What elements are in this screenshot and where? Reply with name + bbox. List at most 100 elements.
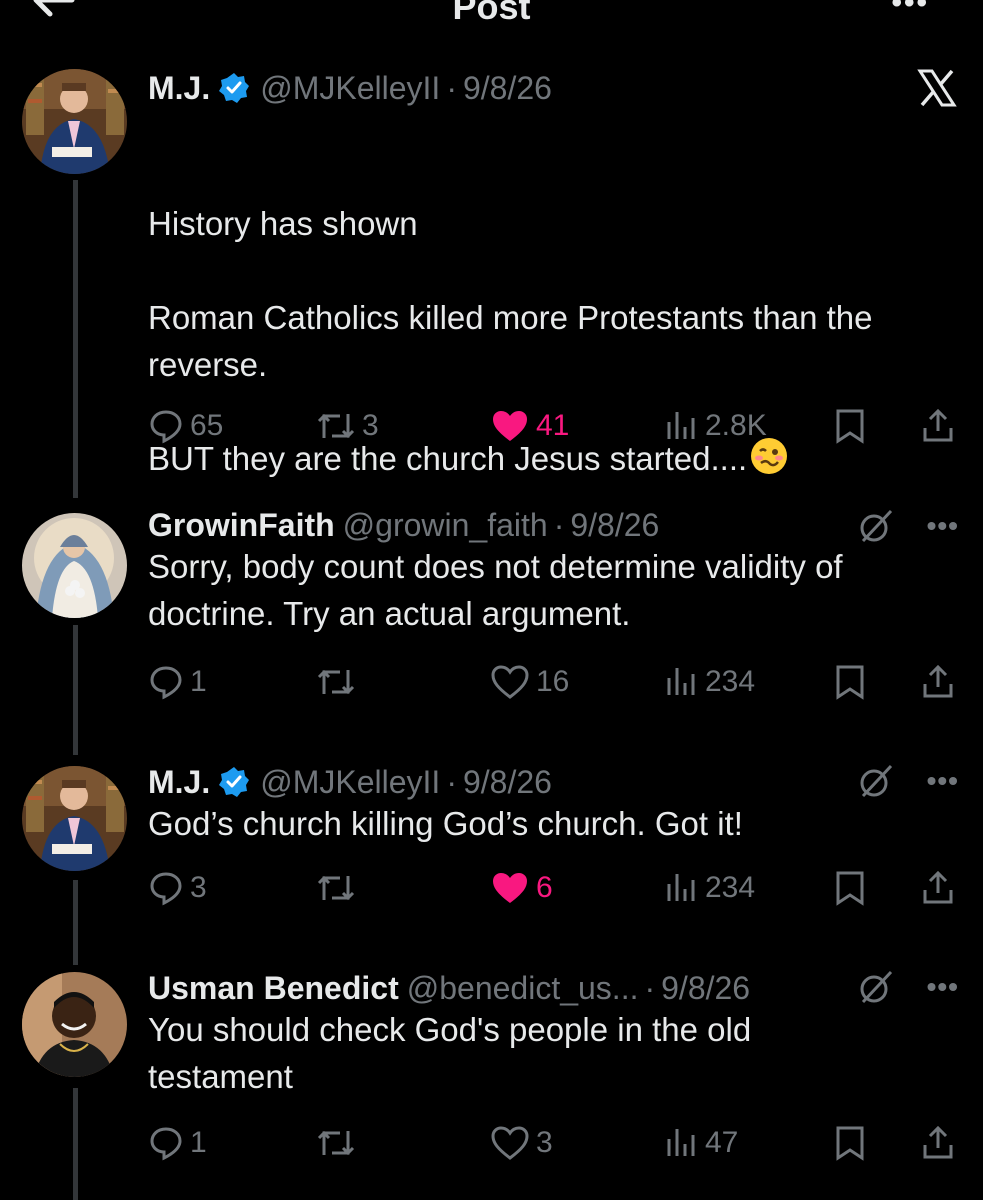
post-date[interactable]: 9/8/26 xyxy=(463,70,552,107)
bookmark-button[interactable] xyxy=(834,408,866,444)
repost-button[interactable]: 3 xyxy=(316,408,379,444)
grok-icon[interactable] xyxy=(857,762,895,800)
share-icon xyxy=(923,870,953,904)
more-icon[interactable]: ••• xyxy=(927,971,959,1003)
views-button[interactable]: 234 xyxy=(663,870,755,906)
grok-icon[interactable] xyxy=(857,507,895,545)
views-count: 234 xyxy=(705,665,756,698)
share-icon xyxy=(923,408,953,442)
verified-icon xyxy=(219,767,250,797)
repost-count: 3 xyxy=(362,409,379,442)
thread-line xyxy=(73,625,78,755)
author-handle[interactable]: @benedict_us... xyxy=(407,970,639,1007)
bookmark-icon xyxy=(836,1126,864,1161)
views-button[interactable]: 234 xyxy=(663,664,755,700)
reply-button[interactable]: 1 xyxy=(148,664,207,700)
reply-count: 3 xyxy=(190,871,207,904)
bookmark-button[interactable] xyxy=(834,1125,866,1161)
views-count: 47 xyxy=(705,1126,739,1159)
author-handle[interactable]: @MJKelleyII xyxy=(260,764,440,801)
share-button[interactable] xyxy=(920,1125,956,1161)
verified-icon xyxy=(219,73,250,103)
reply-count: 1 xyxy=(190,1126,207,1159)
post-text: You should check God's people in the old… xyxy=(148,1011,752,1095)
reply-icon xyxy=(150,872,182,906)
separator: · xyxy=(644,969,656,1006)
share-icon xyxy=(923,1125,953,1159)
repost-button[interactable] xyxy=(316,664,356,700)
like-count: 16 xyxy=(536,665,570,698)
repost-icon xyxy=(317,1130,355,1156)
bookmark-icon xyxy=(836,409,864,444)
views-count: 2.8K xyxy=(705,409,767,442)
avatar[interactable] xyxy=(22,972,127,1077)
bookmark-button[interactable] xyxy=(834,664,866,700)
separator: · xyxy=(553,506,565,543)
bookmark-icon xyxy=(836,665,864,700)
views-icon xyxy=(667,412,695,439)
avatar[interactable] xyxy=(22,766,127,871)
author-name[interactable]: GrowinFaith xyxy=(148,507,335,544)
repost-icon xyxy=(317,413,355,439)
post-actions: 3 6 234 xyxy=(148,870,961,914)
reply-icon xyxy=(150,666,182,700)
share-button[interactable] xyxy=(920,664,956,700)
author-name[interactable]: M.J. xyxy=(148,764,210,801)
page-title: Post xyxy=(452,0,531,27)
post-date[interactable]: 9/8/26 xyxy=(463,764,552,801)
reply-icon xyxy=(150,410,182,444)
avatar[interactable] xyxy=(22,513,127,618)
like-icon xyxy=(491,665,529,699)
like-count: 6 xyxy=(536,871,553,904)
views-button[interactable]: 47 xyxy=(663,1125,738,1161)
like-icon xyxy=(491,1126,529,1160)
thread-line xyxy=(73,1088,78,1200)
repost-button[interactable] xyxy=(316,1125,356,1161)
like-count: 41 xyxy=(536,409,570,442)
reply-button[interactable]: 1 xyxy=(148,1125,207,1161)
more-icon[interactable]: ••• xyxy=(891,0,929,20)
views-icon xyxy=(667,668,695,695)
repost-icon xyxy=(317,875,355,901)
thread-line xyxy=(73,180,78,498)
reply-icon xyxy=(150,1127,182,1161)
like-button[interactable]: 3 xyxy=(490,1125,553,1161)
like-button[interactable]: 41 xyxy=(490,408,569,444)
views-icon xyxy=(667,1129,695,1156)
author-handle[interactable]: @growin_faith xyxy=(343,507,548,544)
post-actions: 1 3 47 xyxy=(148,1125,961,1169)
post-actions: 65 3 41 2.8K xyxy=(148,408,961,452)
post-date[interactable]: 9/8/26 xyxy=(661,970,750,1007)
reply-button[interactable]: 3 xyxy=(148,870,207,906)
like-icon xyxy=(493,411,527,441)
reply-count: 65 xyxy=(190,409,224,442)
bookmark-button[interactable] xyxy=(834,870,866,906)
like-button[interactable]: 16 xyxy=(490,664,569,700)
x-logo-icon xyxy=(917,69,957,107)
post-text: God’s church killing God’s church. Got i… xyxy=(148,805,743,842)
post-actions: 1 16 234 xyxy=(148,664,961,708)
separator: · xyxy=(446,69,457,106)
author-handle[interactable]: @MJKelleyII xyxy=(260,70,440,107)
author-name[interactable]: M.J. xyxy=(148,70,210,107)
post-date[interactable]: 9/8/26 xyxy=(570,507,659,544)
views-count: 234 xyxy=(705,871,756,904)
reply-button[interactable]: 65 xyxy=(148,408,223,444)
share-button[interactable] xyxy=(920,870,956,906)
top-bar: Post ••• xyxy=(0,0,983,30)
views-icon xyxy=(667,874,695,901)
share-icon xyxy=(923,664,953,698)
avatar[interactable] xyxy=(22,69,127,174)
grok-icon[interactable] xyxy=(857,968,895,1006)
like-count: 3 xyxy=(536,1126,553,1159)
more-icon[interactable]: ••• xyxy=(927,510,959,542)
bookmark-icon xyxy=(836,871,864,906)
repost-icon xyxy=(317,669,355,695)
views-button[interactable]: 2.8K xyxy=(663,408,767,444)
more-icon[interactable]: ••• xyxy=(927,765,959,797)
thread-line xyxy=(73,880,78,965)
share-button[interactable] xyxy=(920,408,956,444)
like-button[interactable]: 6 xyxy=(490,870,553,906)
author-name[interactable]: Usman Benedict xyxy=(148,970,399,1007)
repost-button[interactable] xyxy=(316,870,356,906)
